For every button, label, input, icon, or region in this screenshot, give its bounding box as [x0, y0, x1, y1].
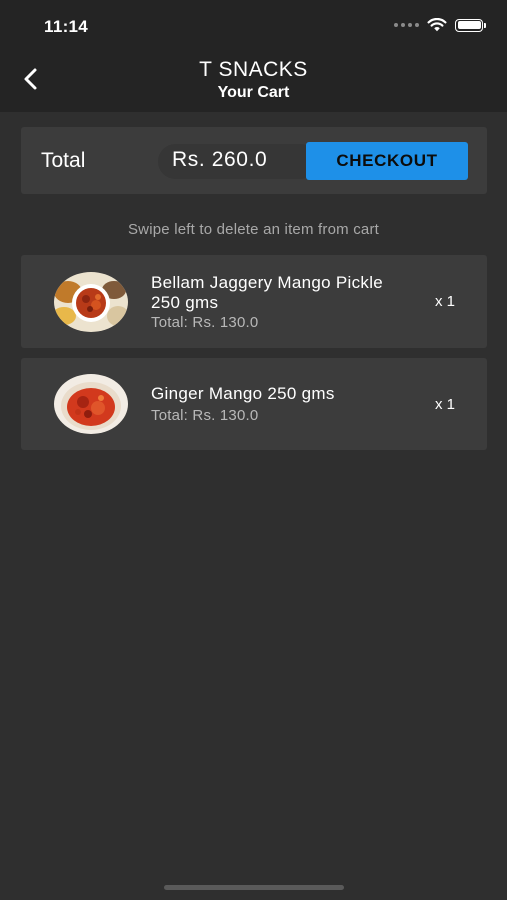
swipe-hint: Swipe left to delete an item from cart: [127, 221, 380, 238]
product-image: [54, 272, 128, 332]
battery-icon: [455, 18, 486, 32]
item-total: Total: Rs. 130.0: [151, 314, 259, 331]
item-total: Total: Rs. 130.0: [151, 407, 259, 424]
item-name: Ginger Mango 250 gms: [151, 384, 335, 403]
signal-dots-icon: [394, 23, 419, 27]
item-name: Bellam Jaggery Mango Pickle 250 gms: [151, 273, 384, 312]
total-card: Total Rs. 260.0 CHECKOUT: [21, 127, 487, 194]
nav-bar: T SNACKS Your Cart: [0, 50, 507, 112]
status-bar: 11:14: [0, 0, 507, 50]
page-title: T SNACKS: [199, 58, 308, 81]
wifi-icon: [427, 18, 447, 32]
checkout-button[interactable]: CHECKOUT: [306, 142, 468, 180]
total-amount: Rs. 260.0: [172, 148, 268, 171]
cart-item[interactable]: Bellam Jaggery Mango Pickle 250 gms Tota…: [21, 255, 487, 348]
status-time: 11:14: [44, 17, 89, 36]
product-image: [54, 374, 128, 434]
item-quantity: x 1: [434, 396, 455, 413]
home-indicator[interactable]: [164, 885, 344, 890]
cart-item[interactable]: Ginger Mango 250 gms Total: Rs. 130.0 x …: [21, 358, 487, 450]
page-subtitle: Your Cart: [217, 84, 290, 101]
total-label: Total: [41, 149, 86, 172]
item-quantity: x 1: [434, 293, 455, 310]
status-icons: [394, 18, 486, 32]
